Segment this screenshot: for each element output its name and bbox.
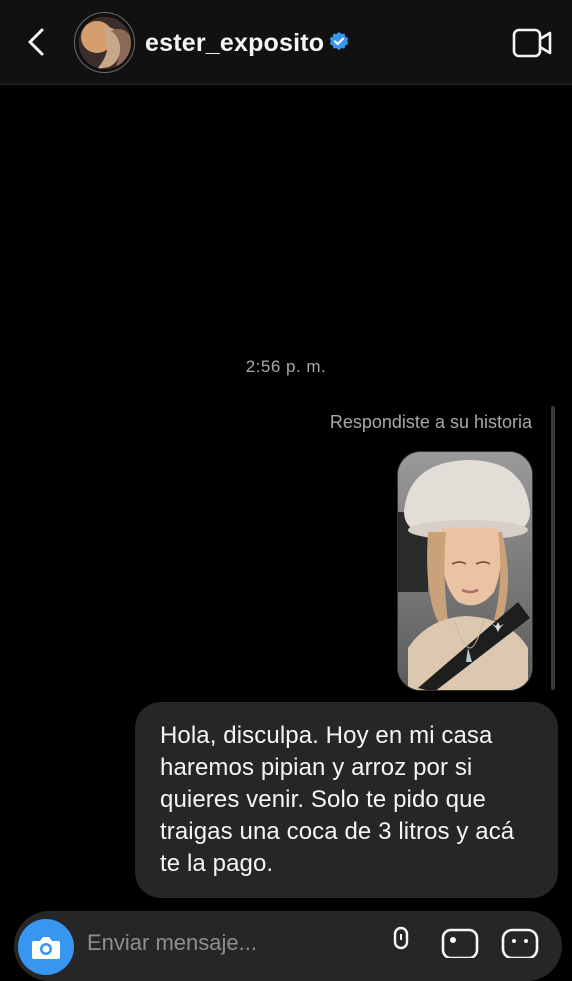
story-reply-label: Respondiste a su historia: [329, 412, 532, 432]
back-button[interactable]: [22, 24, 52, 60]
message-input[interactable]: [87, 928, 377, 958]
chat-header: ester_exposito: [0, 0, 572, 85]
scrollbar[interactable]: [551, 406, 555, 690]
message-timestamp: 2:56 p. m.: [245, 357, 327, 376]
sticker-button[interactable]: [501, 928, 539, 960]
chat-username[interactable]: ester_exposito: [145, 29, 324, 58]
avatar: [78, 16, 131, 69]
story-image: [398, 452, 532, 690]
gallery-icon: [441, 928, 479, 960]
sticker-icon: [501, 928, 539, 960]
camera-button[interactable]: [18, 919, 74, 975]
gallery-button[interactable]: [441, 928, 479, 960]
story-thumbnail[interactable]: [397, 451, 533, 691]
camera-icon: [32, 937, 60, 959]
video-call-button[interactable]: [512, 27, 552, 59]
message-bubble[interactable]: Hola, disculpa. Hoy en mi casa haremos p…: [135, 702, 558, 898]
microphone-icon: [393, 926, 409, 950]
video-camera-icon: [512, 28, 552, 58]
microphone-button[interactable]: [389, 926, 413, 956]
profile-avatar[interactable]: [74, 12, 135, 73]
chevron-left-icon: [28, 28, 44, 56]
verified-badge-icon: [329, 31, 349, 51]
avatar-image: [78, 16, 131, 69]
